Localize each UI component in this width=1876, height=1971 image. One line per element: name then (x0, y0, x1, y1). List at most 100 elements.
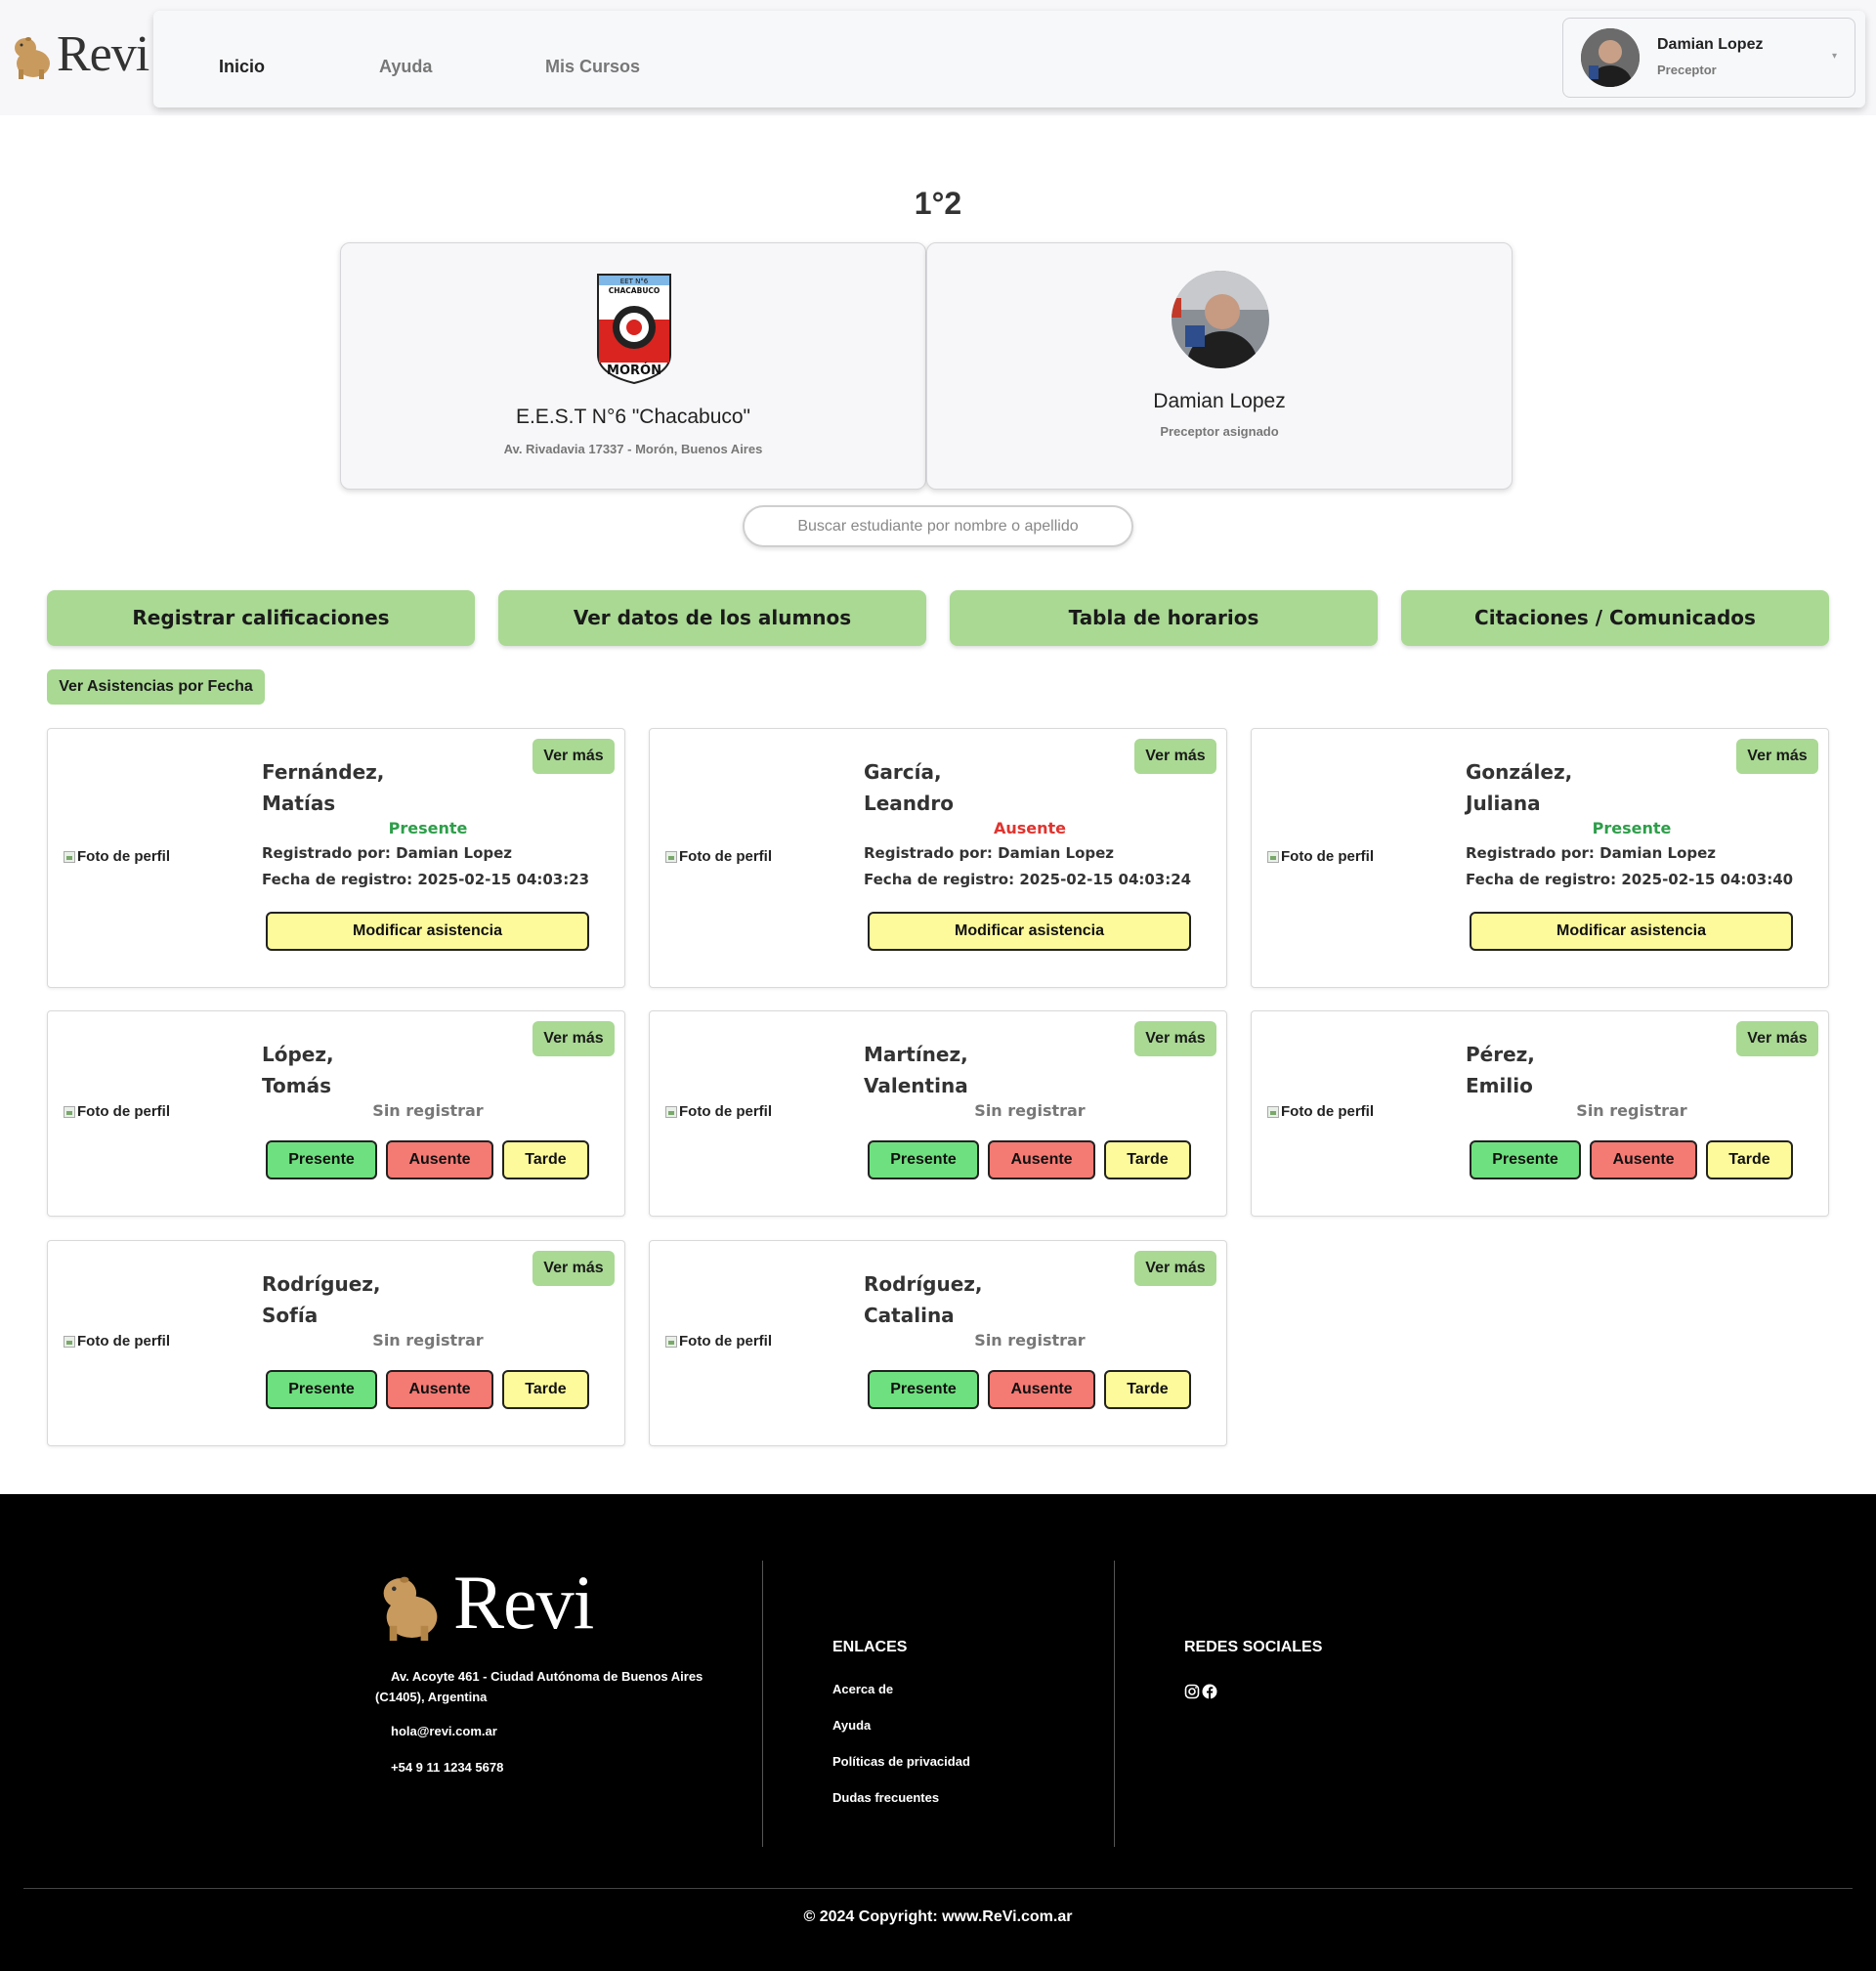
status-badge: Presente (1592, 819, 1672, 837)
footer-link-about[interactable]: Acerca de (832, 1682, 893, 1696)
view-students-data-button[interactable]: Ver datos de los alumnos (498, 590, 926, 646)
register-grades-button[interactable]: Registrar calificaciones (47, 590, 475, 646)
present-button[interactable]: Presente (266, 1140, 377, 1179)
broken-image-icon (665, 1105, 677, 1118)
ver-mas-button[interactable]: Ver más (533, 1251, 615, 1286)
schedule-table-button[interactable]: Tabla de horarios (950, 590, 1378, 646)
broken-image-icon (64, 1105, 75, 1118)
student-name: López, Tomás (262, 1043, 334, 1097)
student-card: Foto de perfil Ver más González, Juliana … (1251, 728, 1829, 988)
absent-button[interactable]: Ausente (386, 1370, 493, 1409)
student-card: Foto de perfil Ver más Rodríguez, Sofía S… (47, 1240, 625, 1446)
ver-mas-button[interactable]: Ver más (1134, 1251, 1216, 1286)
footer-link-privacy[interactable]: Políticas de privacidad (832, 1754, 970, 1769)
broken-image-icon (64, 1335, 75, 1348)
footer-address: Av. Acoyte 461 - Ciudad Autónoma de Buen… (375, 1669, 704, 1704)
footer-link-help[interactable]: Ayuda (832, 1718, 871, 1733)
user-menu[interactable]: Damian Lopez Preceptor ▾ (1562, 18, 1855, 98)
registered-by: Registrado por: Damian Lopez (864, 844, 1115, 862)
preceptor-avatar (1172, 271, 1269, 368)
student-name: Rodríguez, Catalina (864, 1272, 983, 1327)
student-name: Martínez, Valentina (864, 1043, 968, 1097)
broken-image-icon (1267, 850, 1279, 863)
attendance-by-date-button[interactable]: Ver Asistencias por Fecha (47, 669, 265, 705)
status-badge: Sin registrar (974, 1101, 1086, 1120)
late-button[interactable]: Tarde (1104, 1370, 1191, 1409)
ver-mas-button[interactable]: Ver más (533, 1021, 615, 1056)
student-card: Foto de perfil Ver más Martínez, Valentin… (649, 1010, 1227, 1217)
present-button[interactable]: Presente (868, 1140, 979, 1179)
ver-mas-button[interactable]: Ver más (1134, 1021, 1216, 1056)
student-name: García, Leandro (864, 760, 954, 815)
instagram-icon[interactable] (1184, 1684, 1200, 1699)
profile-photo: Foto de perfil (665, 1333, 783, 1350)
status-badge: Sin registrar (372, 1101, 484, 1120)
footer-copyright: © 2024 Copyright: www.ReVi.com.ar (803, 1908, 1073, 1925)
school-card: EET N°6 CHACABUCO MORÓN E.E.S.T N°6 "Cha… (340, 242, 926, 490)
absent-button[interactable]: Ausente (386, 1140, 493, 1179)
student-card: Foto de perfil Ver más Fernández, Matías … (47, 728, 625, 988)
brand-name: Revi (57, 26, 149, 82)
ver-mas-button[interactable]: Ver más (1736, 739, 1818, 774)
broken-image-icon (1267, 1105, 1279, 1118)
profile-photo: Foto de perfil (64, 1103, 181, 1120)
crest-top-text: EET N°6 (620, 278, 649, 285)
student-card: Foto de perfil Ver más García, Leandro Au… (649, 728, 1227, 988)
school-address: Av. Rivadavia 17337 - Morón, Buenos Aire… (503, 442, 763, 456)
ver-mas-button[interactable]: Ver más (533, 739, 615, 774)
modify-attendance-button[interactable]: Modificar asistencia (1470, 912, 1793, 951)
present-button[interactable]: Presente (1470, 1140, 1581, 1179)
profile-photo: Foto de perfil (1267, 1103, 1385, 1120)
student-name: Fernández, Matías (262, 760, 385, 815)
present-button[interactable]: Presente (266, 1370, 377, 1409)
crest-mid-text: CHACABUCO (609, 286, 661, 295)
late-button[interactable]: Tarde (1706, 1140, 1793, 1179)
late-button[interactable]: Tarde (1104, 1140, 1191, 1179)
chevron-down-icon[interactable]: ▾ (1832, 51, 1837, 62)
late-button[interactable]: Tarde (502, 1140, 589, 1179)
brand-logo[interactable]: Revi (12, 29, 149, 80)
status-badge: Sin registrar (1576, 1101, 1687, 1120)
user-name: Damian Lopez (1657, 36, 1764, 53)
student-name: González, Juliana (1466, 760, 1573, 815)
modify-attendance-button[interactable]: Modificar asistencia (266, 912, 589, 951)
footer-link-faq[interactable]: Dudas frecuentes (832, 1790, 939, 1805)
school-crest-icon: EET N°6 CHACABUCO MORÓN (597, 274, 671, 385)
registered-by: Registrado por: Damian Lopez (262, 844, 513, 862)
absent-button[interactable]: Ausente (1590, 1140, 1697, 1179)
modify-attendance-button[interactable]: Modificar asistencia (868, 912, 1191, 951)
nav-inicio[interactable]: Inicio (219, 57, 265, 77)
footer-logo[interactable]: Revi (377, 1564, 594, 1641)
footer-social-title: REDES SOCIALES (1184, 1639, 1323, 1655)
citations-button[interactable]: Citaciones / Comunicados (1401, 590, 1829, 646)
footer-links-title: ENLACES (832, 1639, 908, 1655)
preceptor-name: Damian Lopez (1153, 390, 1286, 412)
absent-button[interactable]: Ausente (988, 1370, 1095, 1409)
present-button[interactable]: Presente (868, 1370, 979, 1409)
footer-email[interactable]: hola@revi.com.ar (391, 1724, 497, 1738)
registration-date: Fecha de registro: 2025-02-15 04:03:40 (1466, 871, 1794, 888)
student-card: Foto de perfil Ver más Rodríguez, Catalin… (649, 1240, 1227, 1446)
social-icons (1184, 1684, 1217, 1699)
footer-phone[interactable]: +54 9 11 1234 5678 (391, 1760, 503, 1775)
late-button[interactable]: Tarde (502, 1370, 589, 1409)
profile-photo: Foto de perfil (64, 1333, 181, 1350)
footer-divider (762, 1561, 763, 1847)
page-title: 1°2 (914, 186, 962, 221)
student-card: Foto de perfil Ver más Pérez, Emilio Sin … (1251, 1010, 1829, 1217)
status-badge: Sin registrar (372, 1331, 484, 1350)
search-input[interactable] (743, 505, 1133, 547)
absent-button[interactable]: Ausente (988, 1140, 1095, 1179)
nav-ayuda[interactable]: Ayuda (379, 57, 432, 77)
preceptor-role: Preceptor asignado (1160, 424, 1279, 439)
profile-photo: Foto de perfil (64, 848, 181, 865)
student-name: Pérez, Emilio (1466, 1043, 1535, 1097)
nav-mis-cursos[interactable]: Mis Cursos (545, 57, 640, 77)
facebook-icon[interactable] (1202, 1684, 1217, 1699)
preceptor-card: Damian Lopez Preceptor asignado (926, 242, 1513, 490)
ver-mas-button[interactable]: Ver más (1736, 1021, 1818, 1056)
registration-date: Fecha de registro: 2025-02-15 04:03:24 (864, 871, 1192, 888)
profile-photo: Foto de perfil (665, 848, 783, 865)
capybara-logo-icon (383, 1576, 438, 1641)
ver-mas-button[interactable]: Ver más (1134, 739, 1216, 774)
